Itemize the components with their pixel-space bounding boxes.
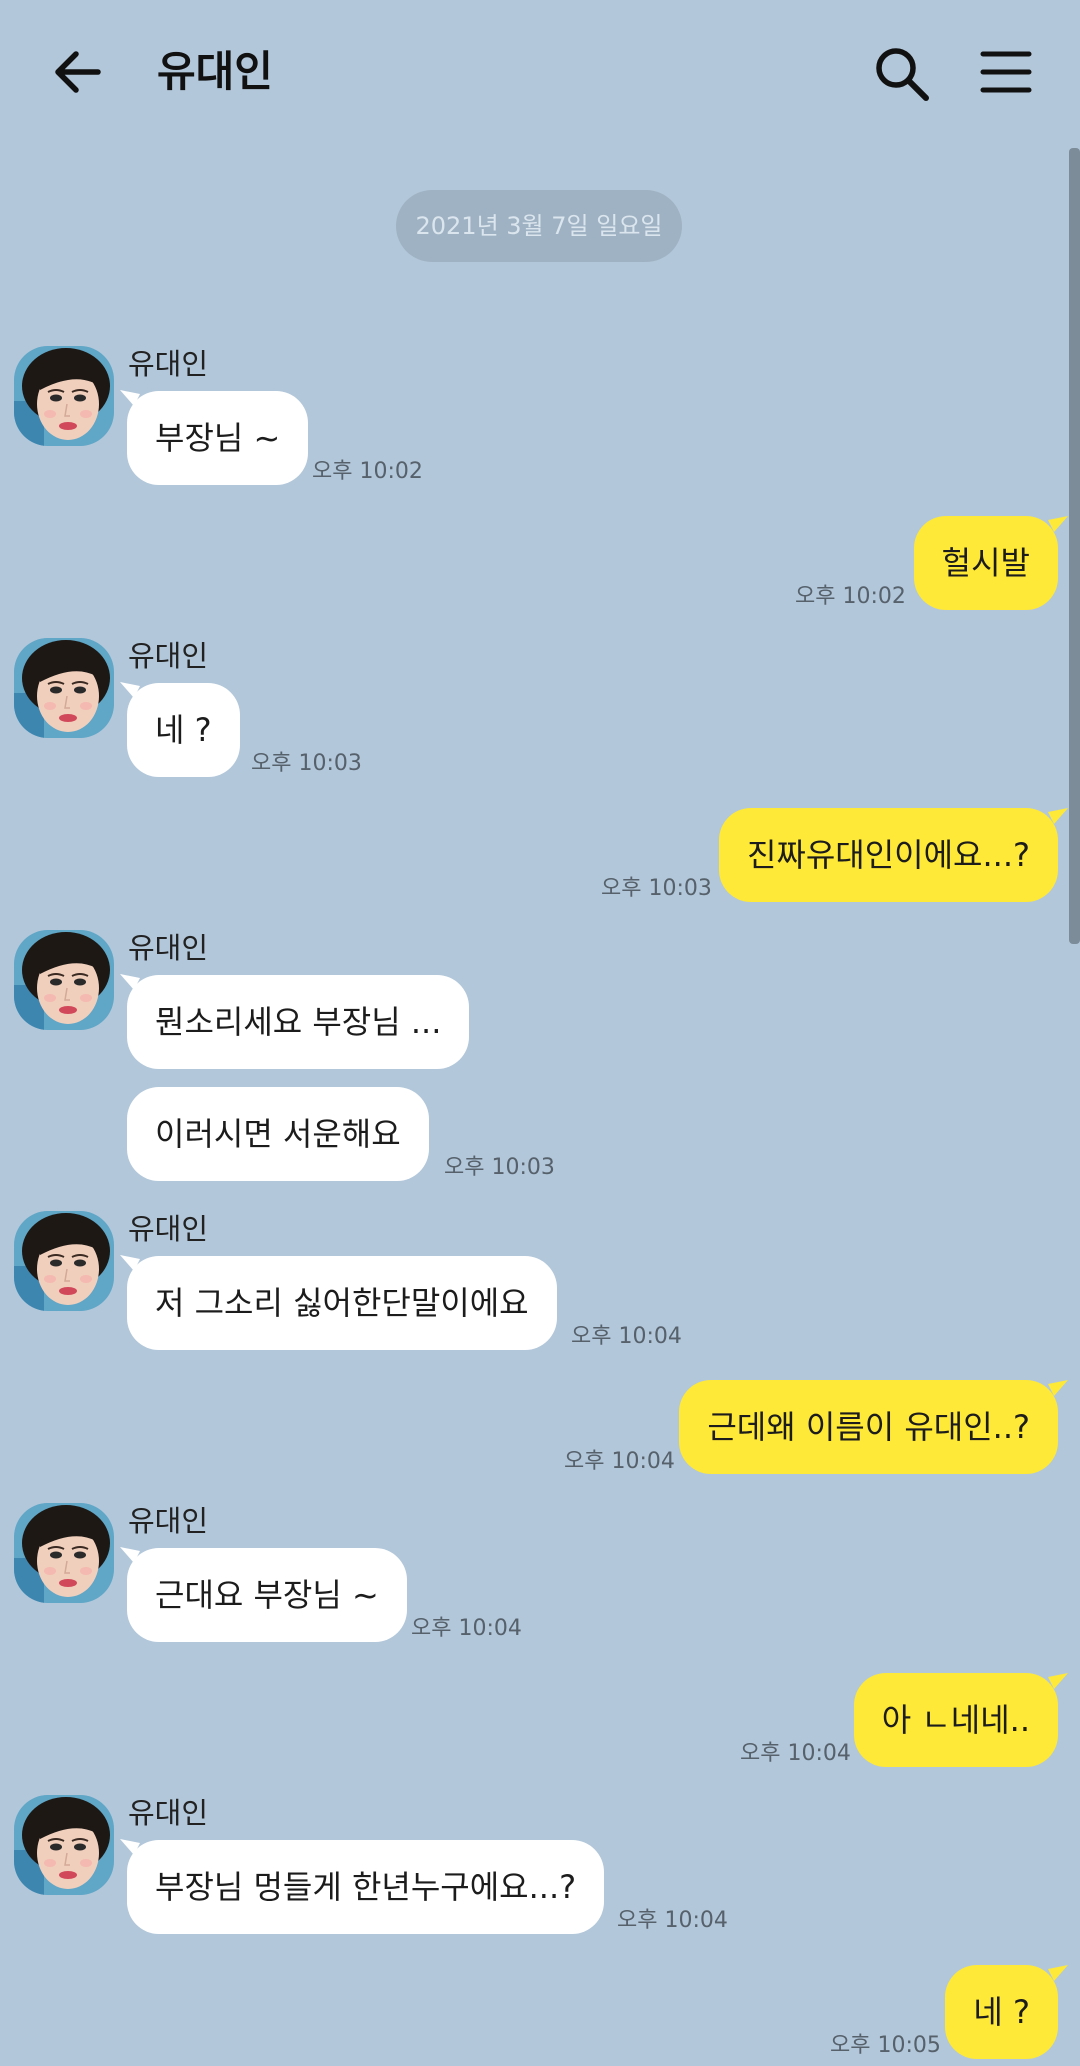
contact-avatar[interactable] [14, 1503, 114, 1603]
message-bubble[interactable]: 네 ? [945, 1965, 1058, 2059]
message-bubble[interactable]: 부장님 멍들게 한년누구에요...? [127, 1840, 605, 1934]
message-bubble[interactable]: 근대요 부장님 ~ [127, 1548, 407, 1642]
back-arrow-icon[interactable] [48, 42, 108, 102]
sender-name: 유대인 [128, 1796, 209, 1830]
sender-name: 유대인 [128, 1212, 209, 1246]
chat-title: 유대인 [157, 47, 273, 96]
message-bubble[interactable]: 부장님 ~ [127, 391, 309, 485]
message-bubble[interactable]: 진짜유대인이에요...? [718, 808, 1058, 902]
message-bubble[interactable]: 저 그소리 싫어한단말이에요 [127, 1256, 557, 1350]
message-time: 오후 10:05 [830, 2033, 941, 2058]
sender-name: 유대인 [128, 931, 209, 965]
message-bubble[interactable]: 아 ㄴ네네.. [853, 1673, 1058, 1767]
date-divider: 2021년 3월 7일 일요일 [396, 190, 682, 262]
message-bubble[interactable]: 네 ? [127, 683, 240, 777]
message-bubble[interactable]: 근데왜 이름이 유대인..? [679, 1380, 1058, 1474]
message-time: 오후 10:04 [617, 1908, 728, 1933]
message-time: 오후 10:04 [564, 1449, 675, 1474]
message-time: 오후 10:03 [444, 1155, 555, 1180]
scrollbar[interactable] [1069, 148, 1080, 944]
message-time: 오후 10:04 [571, 1324, 682, 1349]
chat-header: 유대인 [0, 0, 1080, 148]
message-time: 오후 10:04 [740, 1741, 851, 1766]
sender-name: 유대인 [128, 639, 209, 673]
message-time: 오후 10:04 [411, 1616, 522, 1641]
contact-avatar[interactable] [14, 346, 114, 446]
message-time: 오후 10:02 [795, 584, 906, 609]
contact-avatar[interactable] [14, 930, 114, 1030]
message-time: 오후 10:02 [312, 459, 423, 484]
contact-avatar[interactable] [14, 1211, 114, 1311]
contact-avatar[interactable] [14, 638, 114, 738]
message-bubble[interactable]: 이러시면 서운해요 [127, 1087, 429, 1181]
sender-name: 유대인 [128, 1504, 209, 1538]
message-time: 오후 10:03 [601, 876, 712, 901]
menu-icon[interactable] [980, 48, 1032, 96]
message-time: 오후 10:03 [251, 751, 362, 776]
message-bubble[interactable]: 뭔소리세요 부장님 ... [127, 975, 470, 1069]
contact-avatar[interactable] [14, 1795, 114, 1895]
sender-name: 유대인 [128, 347, 209, 381]
message-bubble[interactable]: 헐시발 [913, 516, 1058, 610]
search-icon[interactable] [872, 44, 932, 104]
